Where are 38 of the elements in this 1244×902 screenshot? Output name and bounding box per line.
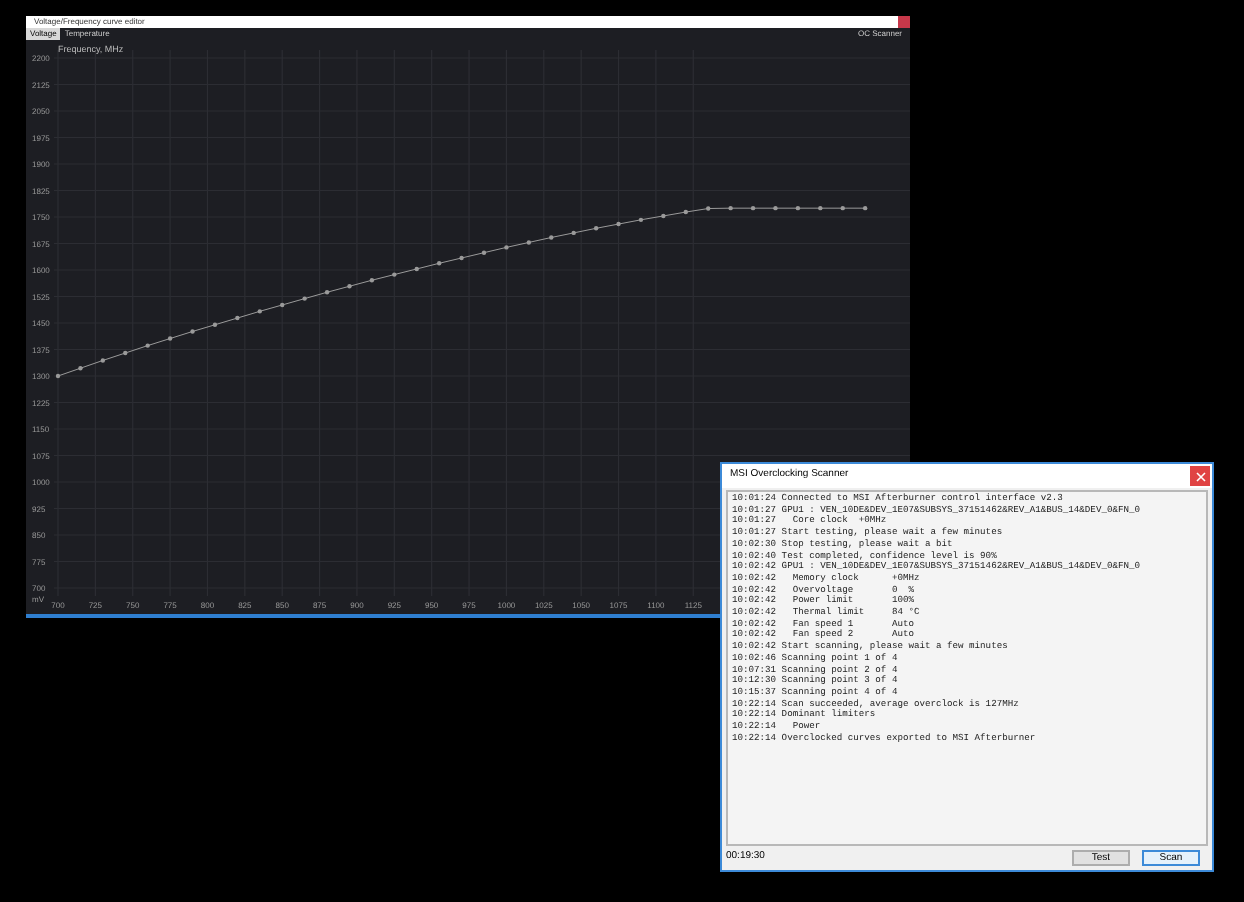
curve-point[interactable] — [862, 205, 868, 211]
curve-point[interactable] — [123, 350, 128, 356]
curve-point[interactable] — [571, 230, 576, 236]
curve-point[interactable] — [100, 358, 106, 363]
curve-point[interactable] — [616, 221, 621, 227]
close-button[interactable] — [1190, 466, 1210, 486]
curve-point[interactable] — [257, 309, 262, 314]
curve-point[interactable] — [840, 205, 845, 211]
curve-point[interactable] — [593, 226, 599, 231]
curve-point[interactable] — [706, 206, 711, 211]
curve-point[interactable] — [369, 278, 375, 283]
curve-point[interactable] — [504, 245, 509, 250]
curve-point[interactable] — [818, 205, 823, 211]
curve-point[interactable] — [549, 235, 554, 240]
curve-point[interactable] — [324, 290, 330, 295]
curve-point[interactable] — [190, 329, 195, 334]
curve-point[interactable] — [526, 240, 532, 245]
curve-point[interactable] — [795, 205, 801, 211]
curve-point[interactable] — [436, 261, 442, 266]
curve-point[interactable] — [683, 209, 688, 215]
curve-point[interactable] — [750, 205, 756, 211]
curve-point[interactable] — [212, 322, 218, 327]
curve-point[interactable] — [167, 336, 173, 341]
curve-point[interactable] — [459, 255, 464, 261]
curve-point[interactable] — [392, 272, 397, 277]
curve-point[interactable] — [302, 296, 307, 301]
curve-point[interactable] — [55, 373, 61, 379]
curve-point[interactable] — [481, 250, 487, 255]
curve-point[interactable] — [414, 266, 419, 272]
curve-point[interactable] — [347, 284, 352, 289]
curve-point[interactable] — [661, 213, 666, 219]
curve-point[interactable] — [638, 217, 644, 223]
curve-point[interactable] — [280, 302, 285, 308]
close-icon — [1195, 471, 1205, 481]
curve-point[interactable] — [235, 315, 240, 321]
curve-point[interactable] — [773, 205, 778, 211]
curve-point[interactable] — [145, 343, 150, 348]
curve-point[interactable] — [78, 366, 83, 371]
